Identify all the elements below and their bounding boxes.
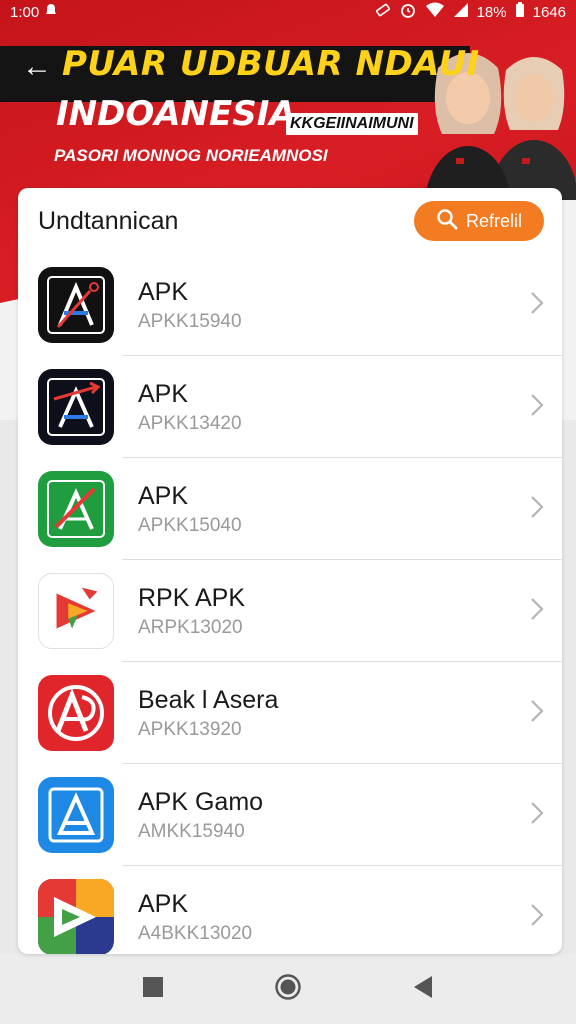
app-name: APK: [138, 278, 189, 306]
dnd-icon: [375, 2, 391, 22]
app-name: APK Gamo: [138, 788, 264, 816]
chevron-right-icon: [530, 903, 544, 932]
recents-square-icon[interactable]: [142, 976, 164, 1003]
apk-a-icon-green: [38, 471, 114, 547]
status-clock-right: 1646: [532, 3, 566, 21]
chevron-right-icon: [530, 699, 544, 728]
chevron-right-icon: [530, 801, 544, 830]
banner-subtitle: INDOANESIA: [56, 94, 296, 134]
home-circle-icon[interactable]: [274, 973, 302, 1006]
apk-a-icon-black-red: [38, 267, 114, 343]
chevron-right-icon: [530, 393, 544, 422]
status-time: 1:00: [10, 3, 40, 21]
chevron-right-icon: [530, 597, 544, 626]
apk-a-icon-red: [38, 675, 114, 751]
navigation-bar: [0, 954, 576, 1024]
app-code: APKK15940: [138, 311, 242, 332]
app-row[interactable]: APK Gamo AMKK15940: [18, 764, 562, 866]
app-code: AMKK15940: [138, 821, 245, 842]
chevron-right-icon: [530, 291, 544, 320]
alarm-icon: [399, 1, 417, 23]
app-list: APK APKK15940 APK APKK13420 APK APKK1504…: [18, 254, 562, 954]
card-header: Undtannican Refrelil: [18, 188, 562, 254]
app-row[interactable]: APK A4BKK13020: [18, 866, 562, 954]
notification-icon: [45, 3, 57, 21]
app-name: APK: [138, 380, 189, 408]
status-bar: 1:00 18% 1646: [0, 0, 576, 24]
app-list-card: Undtannican Refrelil APK APKK15940 APK A…: [18, 188, 562, 954]
battery-percent: 18%: [476, 3, 507, 21]
apk-play-icon-white: [38, 573, 114, 649]
app-name: RPK APK: [138, 584, 245, 612]
apk-play-icon-multicolor: [38, 879, 114, 954]
app-code: A4BKK13020: [138, 923, 253, 944]
banner-tag: KKGEIINAIMUNI: [286, 113, 418, 135]
apk-a-icon-black-arrow: [38, 369, 114, 445]
app-code: ARPK13020: [138, 617, 243, 638]
app-name: Beak l Asera: [138, 686, 279, 714]
app-row[interactable]: APK APKK15940: [18, 254, 562, 356]
app-code: APKK13920: [138, 719, 242, 740]
app-row[interactable]: Beak l Asera APKK13920: [18, 662, 562, 764]
chevron-right-icon: [530, 495, 544, 524]
search-icon: [436, 208, 458, 235]
refresh-button-label: Refrelil: [465, 210, 522, 231]
banner-strapline: PASORI MONNOG NORIEAMNOSI: [54, 146, 328, 165]
apk-a-icon-blue: [38, 777, 114, 853]
signal-icon: [453, 2, 469, 22]
app-row[interactable]: RPK APK ARPK13020: [18, 560, 562, 662]
app-row[interactable]: APK APKK15040: [18, 458, 562, 560]
refresh-button[interactable]: Refrelil: [413, 201, 544, 241]
app-row[interactable]: APK APKK13420: [18, 356, 562, 458]
banner-title: PUAR UDBUAR NDAUI: [62, 44, 480, 84]
battery-icon: [515, 2, 525, 22]
back-arrow-icon[interactable]: ←: [22, 50, 52, 84]
app-name: APK: [138, 890, 189, 918]
wifi-icon: [425, 2, 445, 22]
back-triangle-icon[interactable]: [412, 975, 434, 1004]
app-code: APKK15040: [138, 515, 242, 536]
card-title: Undtannican: [38, 206, 179, 235]
app-code: APKK13420: [138, 413, 242, 434]
app-name: APK: [138, 482, 189, 510]
